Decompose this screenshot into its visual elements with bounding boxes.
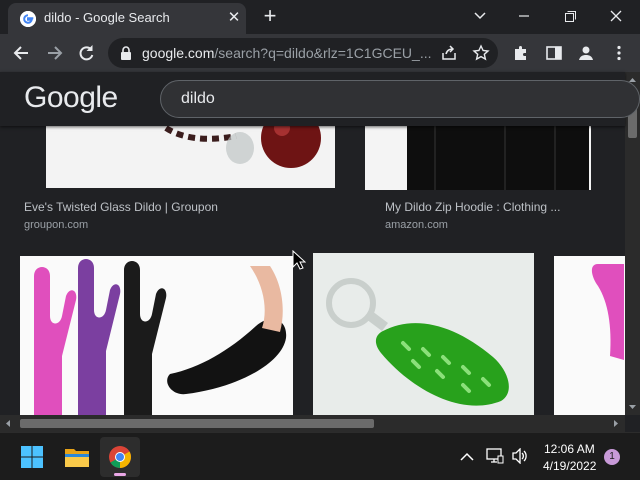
result-source[interactable]: groupon.com [24,219,88,231]
close-icon[interactable]: ✕ [224,8,244,28]
image-thumbnail[interactable] [313,253,534,415]
image-thumbnail[interactable] [20,256,293,415]
result-caption[interactable]: My Dildo Zip Hoodie : Clothing ... [385,200,560,214]
tab-strip: dildo - Google Search ✕ + [0,0,640,34]
url-path: /search?q=dildo&rlz=1C1GCEU_... [214,45,432,61]
windows-taskbar: 12:06 AM 4/19/2022 1 [0,432,640,480]
clock-date[interactable]: 4/19/2022 [543,459,596,473]
google-header: Google dildo [0,72,640,126]
chrome-taskbar-button[interactable] [100,437,140,477]
vertical-scrollbar[interactable] [625,72,640,415]
browser-toolbar: google.com/search?q=dildo&rlz=1C1GCEU_..… [0,34,640,72]
side-panel-icon[interactable] [545,44,563,67]
forward-arrow-icon[interactable] [40,34,68,72]
share-icon[interactable] [440,44,458,67]
url-text[interactable]: google.com/search?q=dildo&rlz=1C1GCEU_..… [142,45,432,61]
puzzle-icon[interactable] [512,44,530,67]
windows-start-icon[interactable] [20,445,44,474]
mouse-cursor-icon [292,249,307,275]
plus-icon[interactable]: + [258,5,282,29]
address-bar[interactable]: google.com/search?q=dildo&rlz=1C1GCEU_..… [108,38,498,68]
back-arrow-icon[interactable] [8,34,36,72]
search-input[interactable]: dildo [160,80,640,118]
kebab-menu-icon[interactable] [610,44,628,67]
image-thumbnail[interactable] [46,126,335,188]
google-logo[interactable]: Google [24,81,118,115]
active-indicator [114,473,126,476]
chevron-up-icon[interactable] [459,450,475,468]
chrome-icon [108,445,132,474]
image-thumbnail[interactable] [365,126,591,190]
chevron-down-icon[interactable] [466,4,494,28]
search-query[interactable]: dildo [181,90,215,108]
result-source[interactable]: amazon.com [385,219,448,231]
result-caption[interactable]: Eve's Twisted Glass Dildo | Groupon [24,200,218,214]
lock-icon[interactable] [120,46,132,65]
image-results: Eve's Twisted Glass Dildo | Groupon grou… [0,126,625,415]
url-host: google.com [142,45,215,61]
clock-time[interactable]: 12:06 AM [544,442,595,456]
browser-tab[interactable]: dildo - Google Search ✕ [8,3,246,34]
horizontal-scrollbar[interactable] [0,415,625,432]
reload-icon[interactable] [72,34,100,72]
star-icon[interactable] [472,44,490,67]
network-icon[interactable] [486,448,504,469]
tab-title: dildo - Google Search [44,10,170,25]
volume-icon[interactable] [511,447,529,469]
profile-icon[interactable] [577,44,595,67]
image-thumbnail[interactable] [554,256,625,415]
close-window-icon[interactable] [602,4,630,28]
file-explorer-icon[interactable] [64,445,90,474]
restore-icon[interactable] [556,4,584,28]
minimize-icon[interactable] [510,4,538,28]
google-favicon [20,11,36,27]
notification-badge[interactable]: 1 [604,449,620,465]
